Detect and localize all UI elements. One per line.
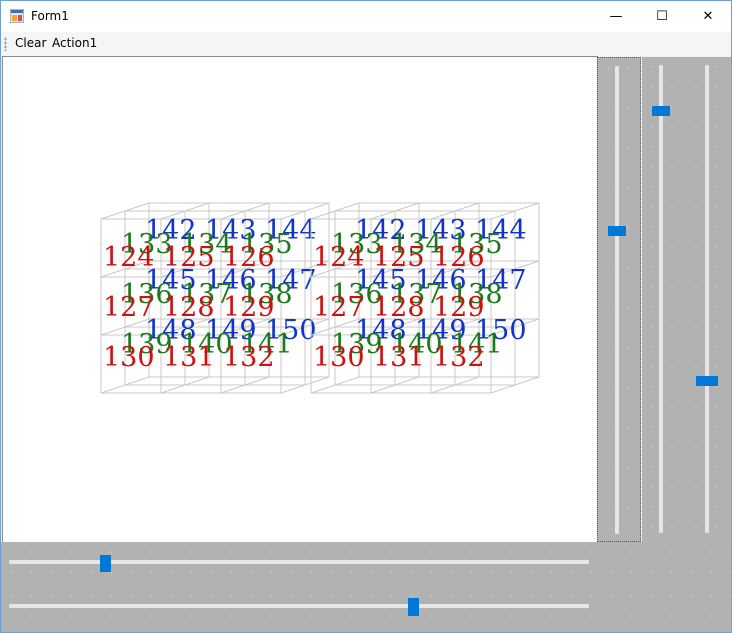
cube-label-front: 130 <box>313 342 365 373</box>
cube-label-front: 130 <box>103 342 155 373</box>
title-bar[interactable]: Form1 — ☐ ✕ <box>1 1 731 32</box>
vertical-trackbar-2[interactable] <box>642 57 686 542</box>
horizontal-trackbar-2[interactable] <box>1 586 731 632</box>
menu-action1[interactable]: Action1 <box>52 36 97 50</box>
horizontal-thumb-2[interactable] <box>408 598 419 616</box>
cube-label-front: 126 <box>433 242 485 273</box>
cube-label-front: 132 <box>223 342 275 373</box>
cube-label-front: 124 <box>103 242 155 273</box>
window-title: Form1 <box>31 9 69 23</box>
cube-label-front: 125 <box>373 242 425 273</box>
cube-label-front: 128 <box>163 292 215 323</box>
cube-label-front: 127 <box>313 292 365 323</box>
cube-label-front: 129 <box>433 292 485 323</box>
minimize-icon: — <box>609 9 623 24</box>
cube-label-front: 128 <box>373 292 425 323</box>
cube-label-front: 126 <box>223 242 275 273</box>
vertical-thumb-3[interactable] <box>696 376 718 387</box>
toolstrip-grip-icon[interactable] <box>4 37 7 51</box>
cube-label-front: 124 <box>313 242 365 273</box>
close-icon: ✕ <box>702 9 714 24</box>
horizontal-trackbar-1[interactable] <box>1 542 731 586</box>
render-canvas[interactable]: 142 143 144 145 146 147 148 149 150 133 134 135 136 1… <box>2 56 598 543</box>
vertical-trackbar-1[interactable] <box>597 57 641 542</box>
horizontal-thumb-1[interactable] <box>100 555 112 572</box>
close-button[interactable]: ✕ <box>685 1 731 32</box>
minimize-button[interactable]: — <box>593 1 639 32</box>
menu-clear[interactable]: Clear <box>15 36 46 50</box>
form1-window: Form1 — ☐ ✕ Clear Action1 142 143 144 145 14… <box>0 0 732 633</box>
cube-label-front: 129 <box>223 292 275 323</box>
horizontal-track-1 <box>9 560 589 564</box>
vertical-track-2 <box>659 65 663 533</box>
maximize-button[interactable]: ☐ <box>639 1 685 32</box>
vertical-thumb-2[interactable] <box>652 106 670 117</box>
maximize-icon: ☐ <box>656 9 668 24</box>
vertical-thumb-1[interactable] <box>608 226 626 237</box>
vertical-trackbar-3[interactable] <box>686 57 731 542</box>
vertical-track-1 <box>615 66 619 534</box>
cube-grid-scene: 142 143 144145 146 147148 149 150133 134 135136 1… <box>100 202 540 394</box>
cube-label-front: 132 <box>433 342 485 373</box>
cube-label-front: 131 <box>373 342 425 373</box>
menu-strip: Clear Action1 <box>1 32 731 56</box>
cube-label-front: 131 <box>163 342 215 373</box>
app-form-icon <box>10 9 24 23</box>
horizontal-track-2 <box>9 604 589 608</box>
cube-label-front: 127 <box>103 292 155 323</box>
vertical-track-3 <box>705 65 709 533</box>
cube-label-front: 125 <box>163 242 215 273</box>
